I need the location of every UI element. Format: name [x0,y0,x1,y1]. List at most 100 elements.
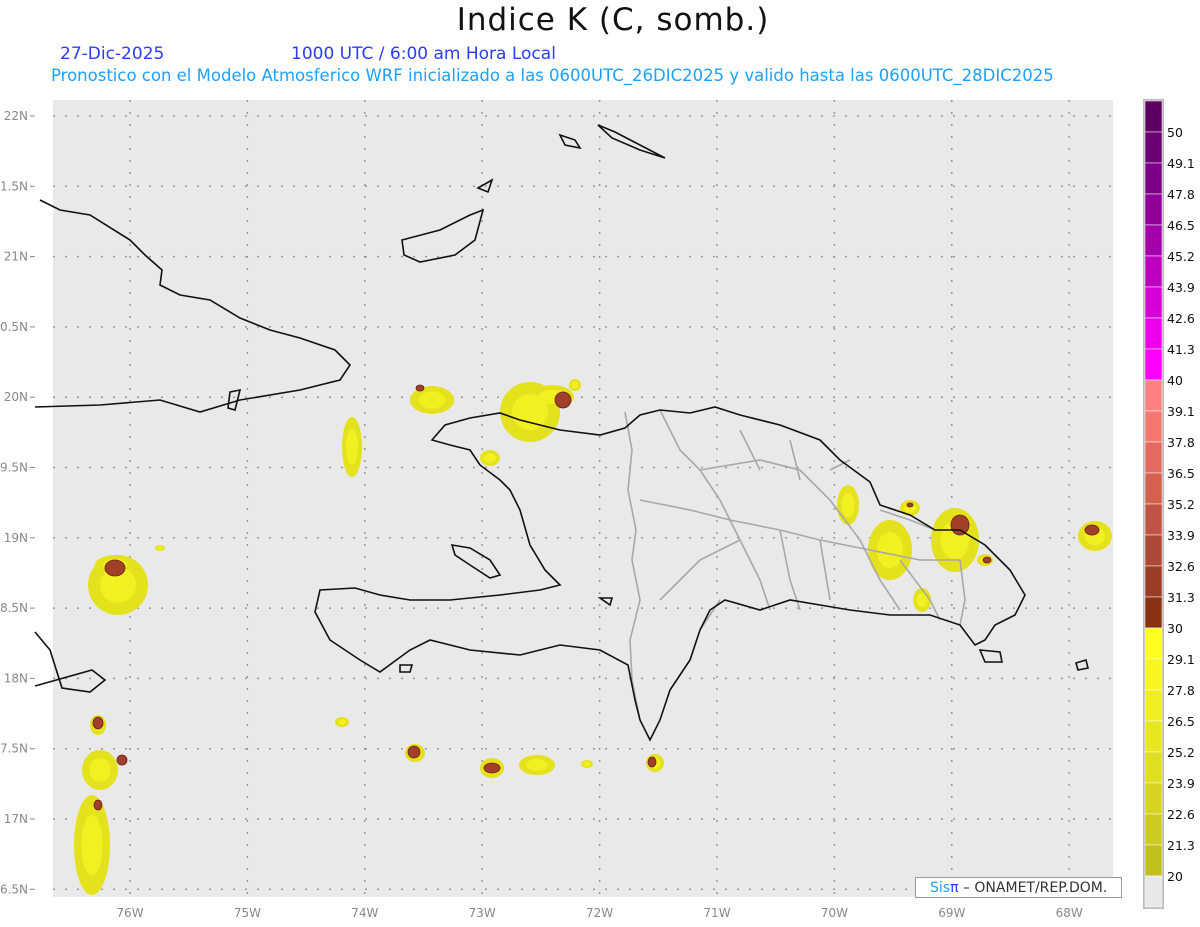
k-index-core [982,556,992,564]
colorbar-label: 26.5 [1167,714,1195,729]
k-index-area-inner [484,453,496,463]
colorbar: 50 49.1 47.8 46.5 45.2 43.9 42.6 41.3 40 39.1 37.8… [1143,99,1195,909]
colorbar-swatch [1144,782,1163,815]
colorbar-swatch [1144,720,1163,753]
k-index-area-inner [81,815,103,875]
colorbar-swatch [1144,689,1163,722]
lon-label: 75W [234,906,261,920]
lat-label: 1.5N [0,179,28,193]
lon-label: 76W [116,906,143,920]
colorbar-swatch [1144,317,1163,350]
k-index-area-inner [841,493,855,517]
colorbar-swatch [1144,472,1163,505]
lat-label: 0.5N [0,320,28,334]
colorbar-label: 27.8 [1167,683,1195,698]
colorbar-label: 33.9 [1167,528,1195,543]
colorbar-label: 47.8 [1167,187,1195,202]
colorbar-label: 21.3 [1167,838,1195,853]
colorbar-swatch [1144,162,1163,195]
colorbar-label: 39.1 [1167,404,1195,419]
k-index-core [554,391,572,409]
colorbar-swatch [1144,255,1163,288]
forecast-date: 27-Dic-2025 [60,44,165,64]
lat-label: 9.5N [0,461,28,475]
colorbar-label: 49.1 [1167,156,1195,171]
k-index-area-inner [89,758,111,782]
forecast-time: 1000 UTC / 6:00 am Hora Local [291,44,556,64]
lon-label: 69W [938,906,965,920]
colorbar-label: 20 [1167,869,1183,884]
lat-label: 18N [4,671,28,685]
weather-map: 76W 75W 74W 73W 72W 71W 70W 69W 68W 22N 1.5N 21N 0.5… [0,99,1195,920]
colorbar-swatch [1144,658,1163,691]
k-index-area-inner [876,532,904,568]
lon-label: 74W [351,906,378,920]
k-index-core [906,502,914,508]
lat-label: 7.5N [0,742,28,756]
k-index-area-inner [526,759,548,771]
colorbar-label: 31.3 [1167,590,1195,605]
onamet-logo: Sisπ – ONAMET/REP.DOM. [915,877,1122,898]
k-index-area-inner [418,391,446,409]
k-index-area-inner [337,719,347,725]
logo-text: – ONAMET/REP.DOM. [958,880,1108,896]
map-title: Indice K (C, somb.) [456,2,770,38]
colorbar-label: 29.1 [1167,652,1195,667]
colorbar-swatch [1144,627,1163,660]
colorbar-swatch [1144,224,1163,257]
k-index-core [116,754,128,766]
colorbar-swatch [1144,348,1163,381]
colorbar-label: 30 [1167,621,1183,636]
colorbar-swatch [1144,596,1163,629]
k-index-core [407,745,421,759]
colorbar-swatch [1144,286,1163,319]
colorbar-swatch [1144,844,1163,877]
k-index-area-inner [346,429,358,465]
colorbar-swatch [1144,131,1163,164]
logo-sis: Sis [930,880,951,896]
map-plot-area [53,100,1113,897]
k-index-area-inner [583,761,591,767]
forecast-subtitle: Pronostico con el Modelo Atmosferico WRF… [51,66,1054,85]
lat-label: 20N [4,390,28,404]
k-index-core [93,799,103,811]
colorbar-label: 37.8 [1167,435,1195,450]
colorbar-label: 22.6 [1167,807,1195,822]
colorbar-swatch [1144,441,1163,474]
k-index-core [950,514,970,536]
colorbar-label: 32.6 [1167,559,1195,574]
colorbar-swatch [1144,410,1163,443]
colorbar-swatch [1144,565,1163,598]
lon-label: 72W [586,906,613,920]
colorbar-label: 45.2 [1167,249,1195,264]
k-index-core [1084,524,1100,536]
colorbar-label: 46.5 [1167,218,1195,233]
colorbar-label: 23.9 [1167,776,1195,791]
k-index-core [92,716,104,730]
k-index-core [415,384,425,392]
colorbar-label: 42.6 [1167,311,1195,326]
lon-label: 68W [1056,906,1083,920]
k-index-core [483,762,501,774]
lat-label: 6.5N [0,882,28,896]
colorbar-swatch [1144,875,1163,908]
lat-label: 21N [4,250,28,264]
lon-label: 70W [821,906,848,920]
lon-label: 71W [703,906,730,920]
logo-pi: π [950,880,959,896]
lat-label: 19N [4,531,28,545]
lon-label: 73W [469,906,496,920]
colorbar-label: 41.3 [1167,342,1195,357]
colorbar-label: 36.5 [1167,466,1195,481]
colorbar-label: 25.2 [1167,745,1195,760]
k-index-core [647,756,657,768]
colorbar-swatch [1144,813,1163,846]
k-index-area-inner [157,546,163,550]
lat-label: 8.5N [0,601,28,615]
k-index-core [104,559,126,577]
colorbar-swatch [1144,503,1163,536]
k-index-area-inner [571,381,579,389]
lat-label: 17N [4,812,28,826]
colorbar-swatch [1144,751,1163,784]
colorbar-swatch [1144,379,1163,412]
